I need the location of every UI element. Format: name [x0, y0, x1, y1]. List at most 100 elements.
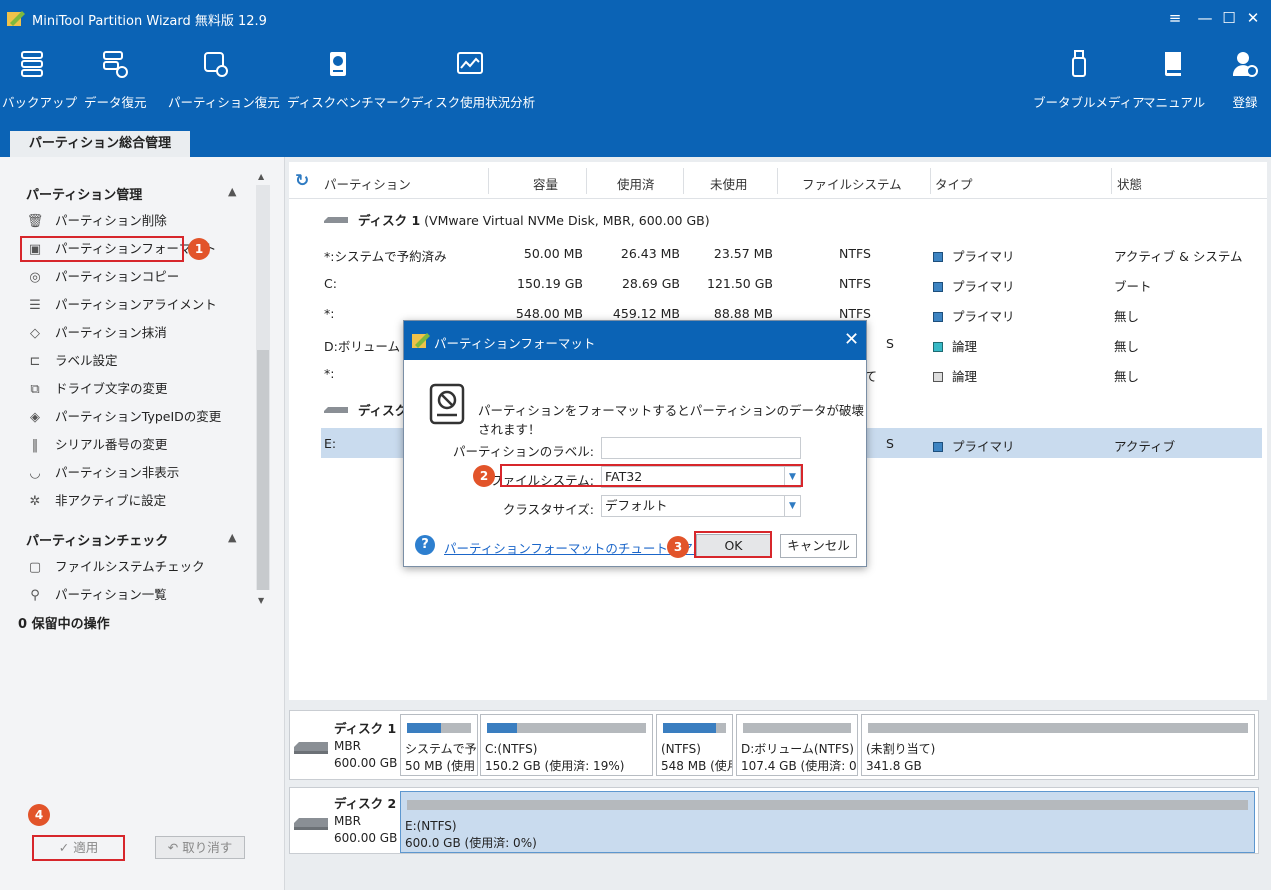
disk2-size: 600.00 GB — [334, 831, 398, 845]
sidebar-item-check-filesystem[interactable]: ▢ ファイルシステムチェック — [26, 556, 246, 578]
part-size: 600.0 GB (使用済: 0%) — [405, 836, 537, 850]
toolbar-disk-benchmark-button[interactable]: ディスクベンチマーク — [287, 48, 411, 118]
drive-letter-icon: ⧉ — [30, 382, 40, 397]
disk1-part-recovery[interactable]: (NTFS) 548 MB (使月 — [656, 714, 733, 776]
help-icon[interactable]: ? — [415, 535, 435, 555]
sidebar-item-change-typeid[interactable]: ◈ パーティションTypeIDの変更 — [26, 406, 246, 428]
tab-partition-management[interactable]: パーティション総合管理 — [10, 131, 190, 157]
eye-closed-icon: ◡ — [29, 466, 41, 481]
header-filesystem[interactable]: ファイルシステム — [802, 174, 902, 193]
column-separator — [488, 168, 489, 194]
disk-icon — [294, 742, 328, 754]
sidebar-item-partition-list[interactable]: ⚲ パーティション一覧 — [26, 584, 246, 606]
partition-label-input[interactable] — [601, 437, 801, 459]
table-row[interactable]: C: 150.19 GB 28.69 GB 121.50 GB NTFS プライ… — [321, 268, 1262, 298]
refresh-icon[interactable]: ↻ — [295, 171, 309, 191]
usage-bar — [868, 723, 1248, 733]
chevron-down-icon[interactable]: ▼ — [784, 496, 800, 516]
sidebar-item-label: シリアル番号の変更 — [55, 437, 168, 452]
sidebar-item-hide-partition[interactable]: ◡ パーティション非表示 — [26, 462, 246, 484]
toolbar-manual-button[interactable]: マニュアル — [1143, 48, 1206, 118]
sidebar-scroll-thumb[interactable] — [257, 350, 269, 590]
section-partition-check[interactable]: パーティションチェック — [26, 530, 168, 549]
disk1-part-c[interactable]: C:(NTFS) 150.2 GB (使用済: 19%) — [480, 714, 653, 776]
sidebar-item-delete-partition[interactable]: 🗑 パーティション削除 — [26, 210, 246, 232]
part-label: C:(NTFS) — [485, 742, 538, 756]
cell-used: 26.43 MB — [620, 246, 680, 261]
title-bar: MiniTool Partition Wizard 無料版 12.9 ≡ — ☐… — [0, 0, 1271, 36]
eraser-icon: ◇ — [30, 326, 40, 341]
close-icon[interactable]: ✕ — [1243, 8, 1263, 28]
menu-icon[interactable]: ≡ — [1165, 8, 1185, 28]
header-used[interactable]: 使用済 — [617, 174, 655, 193]
cell-type: プライマリ — [952, 439, 1015, 454]
cell-unused: 23.57 MB — [713, 246, 773, 261]
disk2-part-e[interactable]: E:(NTFS) 600.0 GB (使用済: 0%) — [400, 791, 1255, 853]
collapse-caret-icon[interactable]: ▲ — [228, 185, 236, 198]
scroll-down-icon[interactable]: ▼ — [258, 596, 264, 605]
collapse-caret-icon[interactable]: ▲ — [228, 531, 236, 544]
cell-capacity: 50.00 MB — [523, 246, 583, 261]
toolbar-backup-button[interactable]: バックアップ — [2, 48, 77, 118]
disk-map-disk1[interactable]: ディスク 1 MBR 600.00 GB システムで予約 50 MB (使用 C:… — [289, 710, 1259, 780]
primary-partition-icon — [933, 252, 943, 262]
header-capacity[interactable]: 容量 — [533, 174, 558, 193]
usage-fill — [407, 723, 441, 733]
cell-capacity: 150.19 GB — [517, 276, 583, 291]
sidebar-item-label: パーティション非表示 — [55, 465, 180, 480]
sidebar-item-label: ラベル設定 — [55, 353, 118, 368]
sidebar-item-align-partition[interactable]: ☰ パーティションアライメント — [26, 294, 246, 316]
manual-icon — [1165, 52, 1181, 76]
disk1-part-system-reserved[interactable]: システムで予約 50 MB (使用 — [400, 714, 478, 776]
toolbar-partition-recovery-button[interactable]: パーティション復元 — [168, 48, 280, 118]
cell-unused: 121.50 GB — [707, 276, 773, 291]
format-partition-dialog: パーティションフォーマット ✕ パーティションをフォーマットするとパーティション… — [403, 320, 867, 567]
partition-label-label: パーティションのラベル: — [453, 444, 594, 459]
column-separator — [683, 168, 684, 194]
sidebar-item-set-label[interactable]: ⊏ ラベル設定 — [26, 350, 246, 372]
section-partition-management[interactable]: パーティション管理 — [26, 184, 142, 203]
table-header: ↻ パーティション 容量 使用済 未使用 ファイルシステム タイプ 状態 — [289, 162, 1267, 199]
sidebar-item-change-letter[interactable]: ⧉ ドライブ文字の変更 — [26, 378, 246, 400]
disk1-part-unallocated[interactable]: (未割り当て) 341.8 GB — [861, 714, 1255, 776]
cluster-size-select[interactable]: デフォルト ▼ — [601, 495, 801, 517]
table-row[interactable]: *:システムで予約済み 50.00 MB 26.43 MB 23.57 MB N… — [321, 238, 1262, 268]
cell-status: 無し — [1114, 369, 1140, 384]
toolbar-register-button[interactable]: 登録 — [1225, 48, 1265, 118]
step-badge-4: 4 — [28, 804, 50, 826]
toolbar-space-analyzer-button[interactable]: ディスク使用状況分析 — [411, 48, 535, 118]
cell-type: 論理 — [952, 339, 978, 354]
column-separator — [1111, 168, 1112, 194]
cell-capacity: 548.00 MB — [515, 306, 583, 321]
header-unused[interactable]: 未使用 — [710, 174, 748, 193]
minimize-icon[interactable]: — — [1195, 8, 1215, 28]
pending-operations: 0 保留中の操作 — [18, 617, 110, 632]
toolbar-manual-label: マニュアル — [1143, 95, 1206, 110]
toolbar-data-recovery-button[interactable]: データ復元 — [84, 48, 147, 118]
maximize-icon[interactable]: ☐ — [1219, 8, 1239, 28]
cancel-button[interactable]: キャンセル — [780, 534, 857, 558]
disk1-part-d[interactable]: D:ボリューム(NTFS) 107.4 GB (使用済: 0' — [736, 714, 858, 776]
scroll-up-icon[interactable]: ▲ — [258, 172, 264, 181]
cell-type: 論理 — [952, 369, 978, 384]
header-partition[interactable]: パーティション — [324, 174, 411, 193]
dialog-close-icon[interactable]: ✕ — [844, 329, 859, 350]
disk1-header-row[interactable]: ディスク 1 (VMware Virtual NVMe Disk, MBR, 6… — [324, 210, 710, 229]
toolbar-bootable-media-button[interactable]: ブータブルメディア — [1033, 48, 1145, 118]
sidebar-item-wipe-partition[interactable]: ◇ パーティション抹消 — [26, 322, 246, 344]
sidebar-item-change-serial[interactable]: ‖ シリアル番号の変更 — [26, 434, 246, 456]
undo-button[interactable]: ↶ 取り消す — [155, 836, 245, 859]
cell-filesystem: S — [886, 436, 894, 451]
usage-bar — [663, 723, 726, 733]
toolbar-partition-recovery-label: パーティション復元 — [168, 95, 280, 110]
sidebar-item-set-inactive[interactable]: ✲ 非アクティブに設定 — [26, 490, 246, 512]
highlight-filesystem — [500, 464, 803, 487]
disk-map-disk2[interactable]: ディスク 2 MBR 600.00 GB E:(NTFS) 600.0 GB (使… — [289, 787, 1259, 854]
apply-button[interactable]: ✓ 適用 — [32, 835, 125, 861]
sidebar-item-copy-partition[interactable]: ◎ パーティションコピー — [26, 266, 246, 288]
cell-partition: C: — [324, 276, 337, 291]
header-type[interactable]: タイプ — [935, 174, 973, 193]
part-label: E:(NTFS) — [405, 819, 457, 833]
header-status[interactable]: 状態 — [1117, 174, 1142, 193]
align-icon: ☰ — [29, 298, 41, 313]
